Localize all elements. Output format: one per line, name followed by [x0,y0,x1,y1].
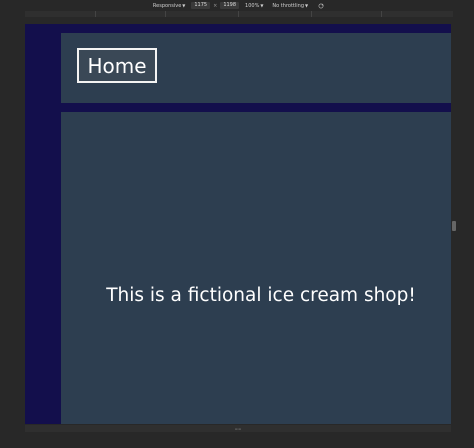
height-input[interactable]: 1198 [220,2,240,9]
zoom-label: 100% [245,2,260,9]
width-input[interactable]: 1175 [191,2,211,9]
viewport-resize-handle-right[interactable] [452,221,456,231]
device-mode-label: Responsive [152,2,182,9]
header-panel: Home [61,33,451,103]
device-mode-dropdown[interactable]: Responsive ▼ [153,3,185,9]
device-toolbar: Responsive ▼ 1175 × 1198 100% ▼ No throt… [0,0,474,11]
sidebar [25,24,61,424]
zoom-dropdown[interactable]: 100% ▼ [245,3,263,9]
rotate-icon[interactable] [318,3,324,9]
dimension-separator: × [213,2,218,9]
viewport-resize-handle-bottom[interactable]: == [25,425,451,432]
throttling-label: No throttling [272,2,304,9]
caret-down-icon: ▼ [260,3,264,8]
home-button[interactable]: Home [77,48,157,83]
caret-down-icon: ▼ [305,3,309,8]
tagline-text: This is a fictional ice cream shop! [106,285,416,306]
throttling-dropdown[interactable]: No throttling ▼ [272,3,308,9]
main-panel: This is a fictional ice cream shop! [61,112,451,424]
caret-down-icon: ▼ [182,3,186,8]
resize-grip-icon: == [234,426,242,431]
page-viewport: Home This is a fictional ice cream shop! [25,24,451,424]
media-query-ruler[interactable] [25,11,453,17]
